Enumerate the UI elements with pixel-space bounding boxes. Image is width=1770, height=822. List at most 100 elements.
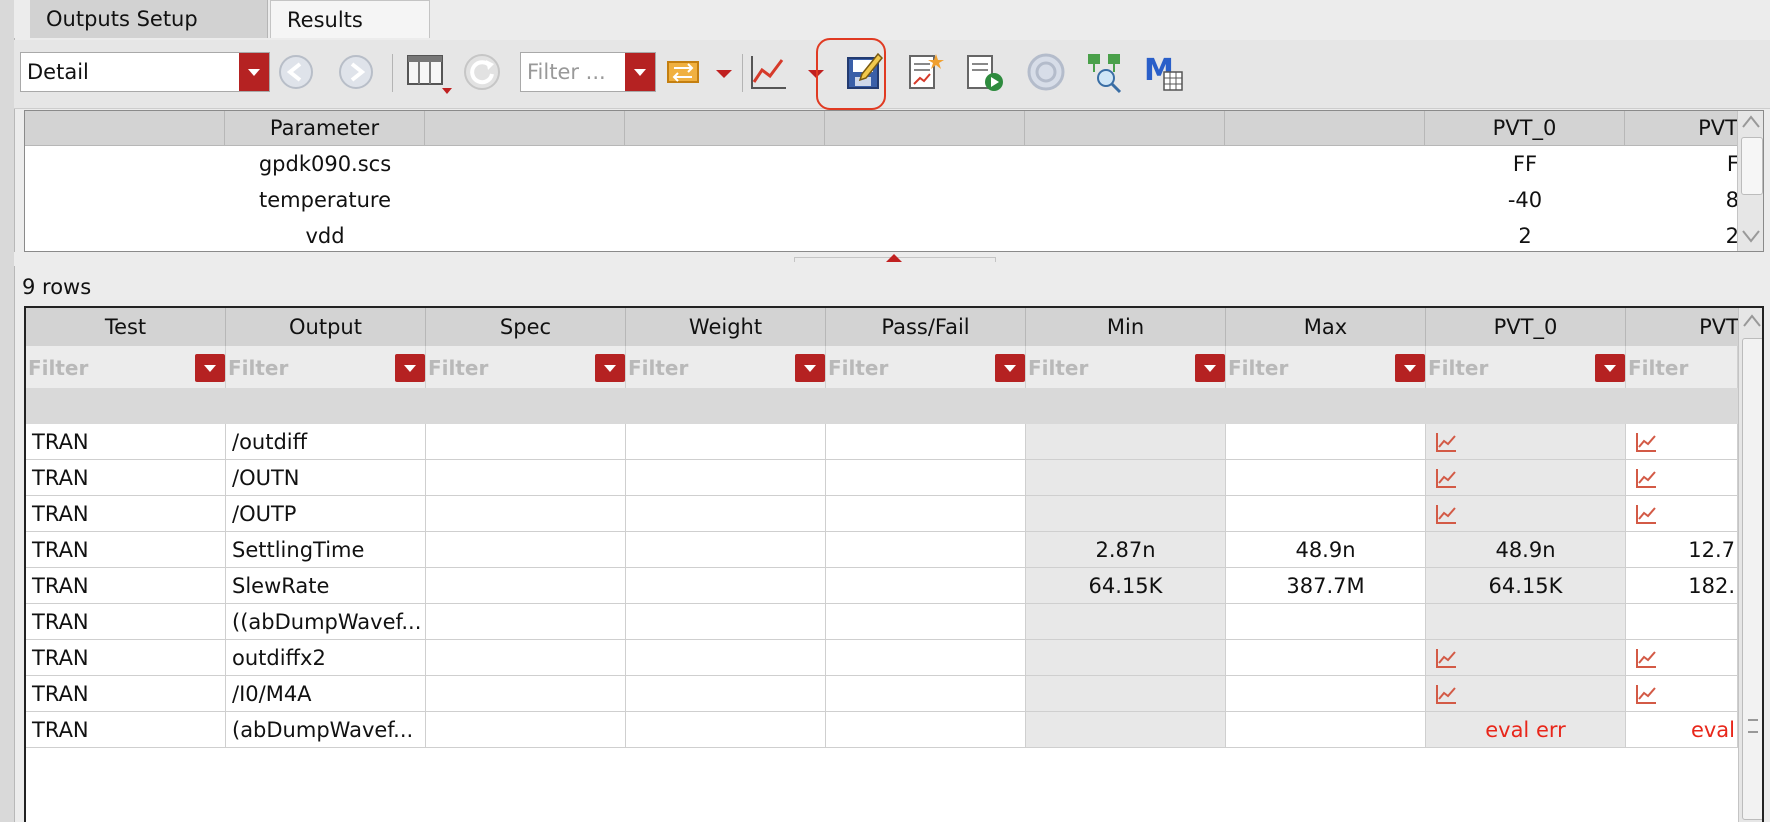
cell-min[interactable] — [1026, 496, 1226, 532]
chevron-down-icon[interactable] — [995, 354, 1025, 382]
cell-pass-fail[interactable] — [826, 424, 1026, 460]
scroll-down-icon[interactable] — [1741, 229, 1761, 243]
cell-test[interactable]: TRAN — [26, 568, 226, 604]
filter-select[interactable]: Filter ... — [520, 52, 656, 92]
waveform-plot-icon[interactable] — [1634, 683, 1658, 705]
cell-pvt1[interactable]: 182. — [1626, 568, 1738, 604]
cell-pvt0[interactable] — [1426, 496, 1626, 532]
cell-pass-fail[interactable] — [826, 676, 1026, 712]
cell-pvt1[interactable]: 12.7 — [1626, 532, 1738, 568]
filter-field-weight[interactable]: Filter — [626, 346, 826, 388]
cell-max[interactable]: 387.7M — [1226, 568, 1426, 604]
cell-min[interactable] — [1026, 424, 1226, 460]
cell-output[interactable]: /outdiff — [226, 424, 426, 460]
cell-weight[interactable] — [626, 568, 826, 604]
forward-arrow-icon[interactable] — [334, 50, 378, 94]
waveform-plot-icon[interactable] — [1434, 503, 1458, 525]
cell-output[interactable]: /OUTN — [226, 460, 426, 496]
cell-test[interactable]: TRAN — [26, 604, 226, 640]
cell-pvt0[interactable] — [1426, 640, 1626, 676]
cell-pvt1[interactable] — [1626, 604, 1738, 640]
cell-output[interactable]: SettlingTime — [226, 532, 426, 568]
cell-max[interactable] — [1226, 712, 1426, 748]
chevron-down-icon[interactable] — [1395, 354, 1425, 382]
swap-arrows-icon[interactable] — [664, 50, 708, 94]
cell-test[interactable]: TRAN — [26, 496, 226, 532]
cell-output[interactable]: ((abDumpWavef... — [226, 604, 426, 640]
cell-test[interactable]: TRAN — [26, 640, 226, 676]
column-header-spec[interactable]: Spec — [426, 308, 626, 346]
cell-max[interactable] — [1226, 460, 1426, 496]
param-header-blank[interactable] — [1025, 111, 1225, 146]
cell-test[interactable]: TRAN — [26, 460, 226, 496]
cell-spec[interactable] — [426, 604, 626, 640]
cell-pvt0[interactable]: 48.9n — [1426, 532, 1626, 568]
cell-max[interactable] — [1226, 640, 1426, 676]
cell-pass-fail[interactable] — [826, 496, 1026, 532]
cell-test[interactable]: TRAN — [26, 532, 226, 568]
cell-pvt1[interactable] — [1626, 676, 1738, 712]
param-header-pvt0[interactable]: PVT_0 — [1425, 111, 1625, 146]
waveform-plot-icon[interactable] — [1434, 647, 1458, 669]
vertical-scrollbar[interactable] — [1737, 111, 1763, 251]
waveform-plot-icon[interactable] — [1634, 647, 1658, 669]
cell-min[interactable] — [1026, 604, 1226, 640]
scroll-thumb[interactable] — [1741, 137, 1763, 195]
param-header-pvt1[interactable]: PVT — [1625, 111, 1739, 146]
cell-pvt1[interactable] — [1626, 460, 1738, 496]
param-header-blank[interactable] — [425, 111, 625, 146]
cell-output[interactable]: SlewRate — [226, 568, 426, 604]
cell-weight[interactable] — [626, 640, 826, 676]
tab-outputs-setup[interactable]: Outputs Setup — [30, 0, 268, 38]
chevron-down-icon[interactable] — [239, 53, 269, 91]
cell-weight[interactable] — [626, 424, 826, 460]
tab-results[interactable]: Results — [270, 0, 430, 38]
settings-gear-icon[interactable] — [1024, 50, 1068, 94]
cell-spec[interactable] — [426, 460, 626, 496]
cell-max[interactable] — [1226, 604, 1426, 640]
chevron-down-icon[interactable] — [795, 354, 825, 382]
cell-pvt1[interactable] — [1626, 496, 1738, 532]
column-header-test[interactable]: Test — [26, 308, 226, 346]
cell-spec[interactable] — [426, 676, 626, 712]
column-header-pass-fail[interactable]: Pass/Fail — [826, 308, 1026, 346]
chevron-down-icon[interactable] — [595, 354, 625, 382]
cell-min[interactable] — [1026, 676, 1226, 712]
filter-field-pass-fail[interactable]: Filter — [826, 346, 1026, 388]
cell-pvt0[interactable] — [1426, 460, 1626, 496]
column-header-pvt1[interactable]: PVT — [1626, 308, 1740, 346]
cell-test[interactable]: TRAN — [26, 424, 226, 460]
cell-weight[interactable] — [626, 676, 826, 712]
filter-field-pvt0[interactable]: Filter — [1426, 346, 1626, 388]
waveform-plot-icon[interactable] — [1434, 467, 1458, 489]
pane-splitter[interactable] — [14, 252, 1770, 266]
cell-output[interactable]: (abDumpWavef... — [226, 712, 426, 748]
cell-spec[interactable] — [426, 532, 626, 568]
cell-spec[interactable] — [426, 424, 626, 460]
column-header-max[interactable]: Max — [1226, 308, 1426, 346]
cell-pass-fail[interactable] — [826, 460, 1026, 496]
column-header-output[interactable]: Output — [226, 308, 426, 346]
cell-weight[interactable] — [626, 712, 826, 748]
param-header-parameter[interactable]: Parameter — [225, 111, 425, 146]
chevron-down-icon[interactable] — [625, 53, 655, 91]
matlab-calculator-icon[interactable]: M — [1142, 50, 1186, 94]
filter-field-output[interactable]: Filter — [226, 346, 426, 388]
cell-test[interactable]: TRAN — [26, 712, 226, 748]
chevron-down-icon[interactable] — [712, 50, 736, 94]
view-select[interactable]: Detail — [20, 52, 270, 92]
cell-pass-fail[interactable] — [826, 640, 1026, 676]
cell-min[interactable]: 64.15K — [1026, 568, 1226, 604]
filter-field-pvt1[interactable]: Filter — [1626, 346, 1738, 388]
new-report-icon[interactable] — [902, 50, 946, 94]
cell-max[interactable] — [1226, 424, 1426, 460]
cell-spec[interactable] — [426, 568, 626, 604]
cell-output[interactable]: /I0/M4A — [226, 676, 426, 712]
cell-pass-fail[interactable] — [826, 568, 1026, 604]
chevron-down-icon[interactable] — [1195, 354, 1225, 382]
cell-max[interactable]: 48.9n — [1226, 532, 1426, 568]
refresh-icon[interactable] — [460, 50, 504, 94]
cell-min[interactable] — [1026, 712, 1226, 748]
cell-spec[interactable] — [426, 712, 626, 748]
cell-min[interactable] — [1026, 460, 1226, 496]
